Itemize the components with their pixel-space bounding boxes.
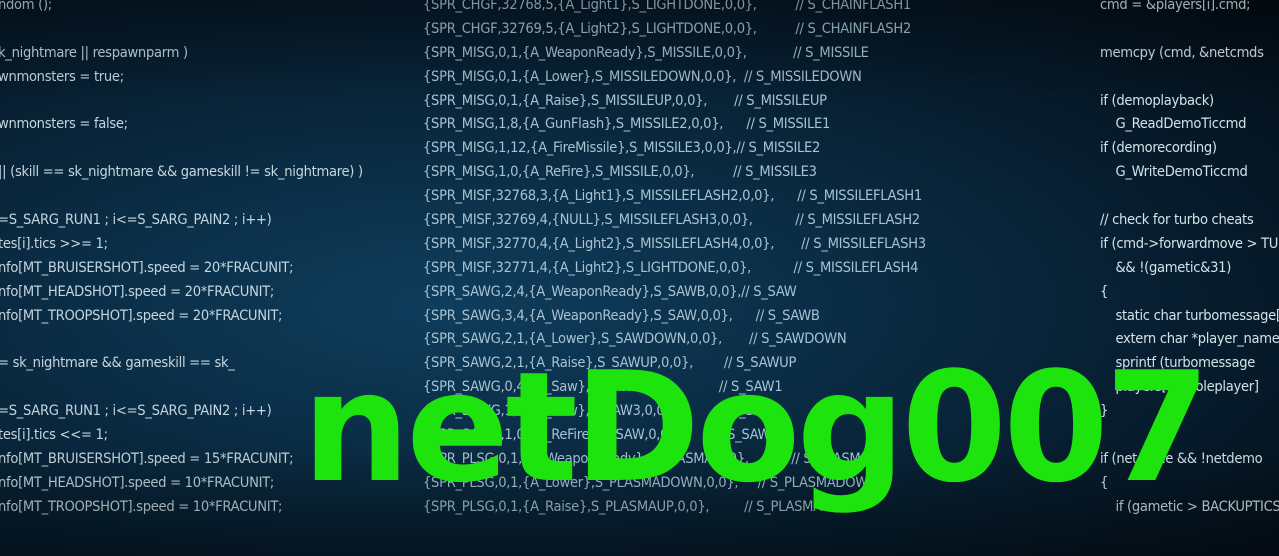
code-line: ndom ();	[0, 0, 52, 13]
code-line: {SPR_MISF,32770,4,{A_Light2},S_MISSILEFL…	[423, 234, 926, 252]
code-line: {SPR_SAWG,2,4,{A_WeaponReady},S_SAWB,0,0…	[423, 282, 797, 300]
code-line: if (demorecording)	[1100, 139, 1217, 157]
code-line: if (cmd->forwardmove > TURBOTHRESHOLD	[1100, 234, 1279, 252]
code-line: {SPR_MISF,32769,4,{NULL},S_MISSILEFLASH3…	[423, 211, 920, 229]
code-line: {SPR_MISG,1,8,{A_GunFlash},S_MISSILE2,0,…	[423, 115, 831, 133]
code-line: wnmonsters = true;	[0, 67, 124, 85]
code-line: {SPR_MISF,32771,4,{A_Light2},S_LIGHTDONE…	[423, 258, 919, 276]
code-line: {SPR_MISG,0,1,{A_Lower},S_MISSILEDOWN,0,…	[423, 67, 862, 85]
code-line: tes[i].tics >>= 1;	[0, 234, 108, 252]
code-line: cmd = &players[i].cmd;	[1100, 0, 1251, 13]
code-line: {SPR_MISG,0,1,{A_WeaponReady},S_MISSILE,…	[423, 43, 869, 61]
code-line: {SPR_MISG,0,1,{A_Raise},S_MISSILEUP,0,0}…	[423, 91, 827, 109]
code-line: G_ReadDemoTiccmd	[1100, 115, 1247, 133]
code-line: // check for turbo cheats	[1100, 211, 1254, 229]
code-line: {SPR_MISG,1,12,{A_FireMissile},S_MISSILE…	[423, 139, 821, 157]
code-line: wnmonsters = false;	[0, 115, 128, 133]
code-line: {	[1100, 282, 1109, 300]
code-line: {SPR_MISG,1,0,{A_ReFire},S_MISSILE,0,0},…	[423, 163, 817, 181]
code-line: {SPR_SAWG,3,4,{A_WeaponReady},S_SAW,0,0}…	[423, 306, 820, 324]
code-line: && !(gametic&31)	[1100, 258, 1232, 276]
code-line: nfo[MT_HEADSHOT].speed = 20*FRACUNIT;	[0, 282, 275, 300]
code-line: || (skill == sk_nightmare && gameskill !…	[0, 163, 363, 181]
code-line: k_nightmare || respawnparm )	[0, 43, 188, 61]
code-line: G_WriteDemoTiccmd	[1100, 163, 1248, 181]
code-line: static char turbomessage[80];	[1115, 306, 1279, 324]
code-line: nfo[MT_BRUISERSHOT].speed = 20*FRACUNIT;	[0, 258, 294, 276]
banner: ndom (); k_nightmare || respawnparm ) wnmo…	[0, 0, 1279, 556]
code-line: {SPR_CHGF,32769,5,{A_Light2},S_LIGHTDONE…	[423, 19, 911, 37]
code-line: {SPR_MISF,32768,3,{A_Light1},S_MISSILEFL…	[423, 187, 922, 205]
logo-text: netDog007	[302, 339, 1211, 516]
code-line: if (demoplayback)	[1100, 91, 1214, 109]
code-line: {SPR_CHGF,32768,5,{A_Light1},S_LIGHTDONE…	[423, 0, 911, 13]
code-line: =S_SARG_RUN1 ; i<=S_SARG_PAIN2 ; i++)	[0, 211, 272, 229]
code-line: memcpy (cmd, &netcmds	[1100, 43, 1264, 61]
code-line: nfo[MT_TROOPSHOT].speed = 20*FRACUNIT;	[0, 306, 283, 324]
